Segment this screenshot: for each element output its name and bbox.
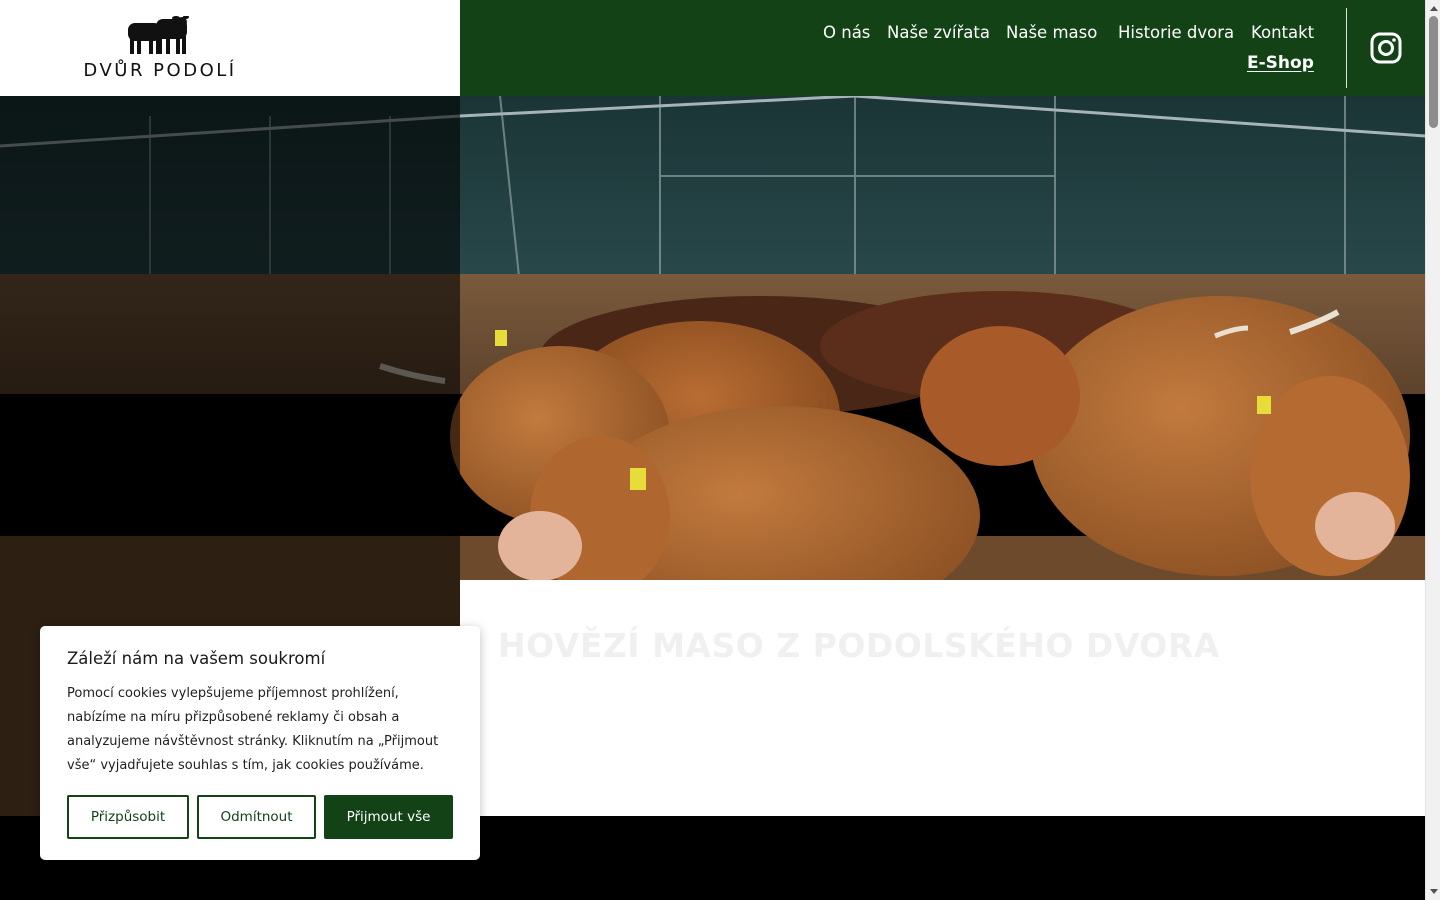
hero-title: HOVĚZÍ MASO Z PODOLSKÉHO DVORA xyxy=(498,626,1220,665)
cookie-consent-dialog: Záleží nám na vašem soukromí Pomocí cook… xyxy=(40,626,480,860)
cattle-logo-icon xyxy=(128,16,189,54)
nav-item-historie-dvora[interactable]: Historie dvora xyxy=(1118,23,1234,42)
nav-item-kontakt[interactable]: Kontakt xyxy=(1251,23,1314,42)
nav-item-eshop[interactable]: E-Shop xyxy=(1247,53,1314,73)
nav-item-o-nas[interactable]: O nás xyxy=(823,23,870,42)
nav-item-nase-zvirata[interactable]: Naše zvířata xyxy=(887,23,990,42)
scrollbar-thumb[interactable] xyxy=(1429,16,1438,128)
page-scrollbar[interactable] xyxy=(1425,0,1440,900)
nav-divider xyxy=(1346,8,1347,88)
cookie-text: Pomocí cookies vylepšujeme příjemnost pr… xyxy=(67,686,439,773)
cookie-title: Záleží nám na vašem soukromí xyxy=(67,649,326,668)
nav-item-nase-maso[interactable]: Naše maso xyxy=(1006,23,1097,42)
customize-button[interactable]: Přizpůsobit xyxy=(67,795,189,839)
logo-text: DVŮR PODOLÍ xyxy=(83,60,237,81)
logo[interactable]: DVŮR PODOLÍ xyxy=(0,0,460,96)
hero-content-panel: HOVĚZÍ MASO Z PODOLSKÉHO DVORA xyxy=(460,580,1425,816)
reject-button[interactable]: Odmítnout xyxy=(197,795,316,839)
main-nav: O nás Naše zvířata Naše maso Historie dv… xyxy=(460,0,1425,96)
accept-all-button[interactable]: Přijmout vše xyxy=(324,795,453,839)
scroll-down-arrow-icon[interactable] xyxy=(1430,889,1438,894)
scroll-up-arrow-icon[interactable] xyxy=(1430,6,1438,11)
instagram-icon[interactable] xyxy=(1370,32,1402,64)
